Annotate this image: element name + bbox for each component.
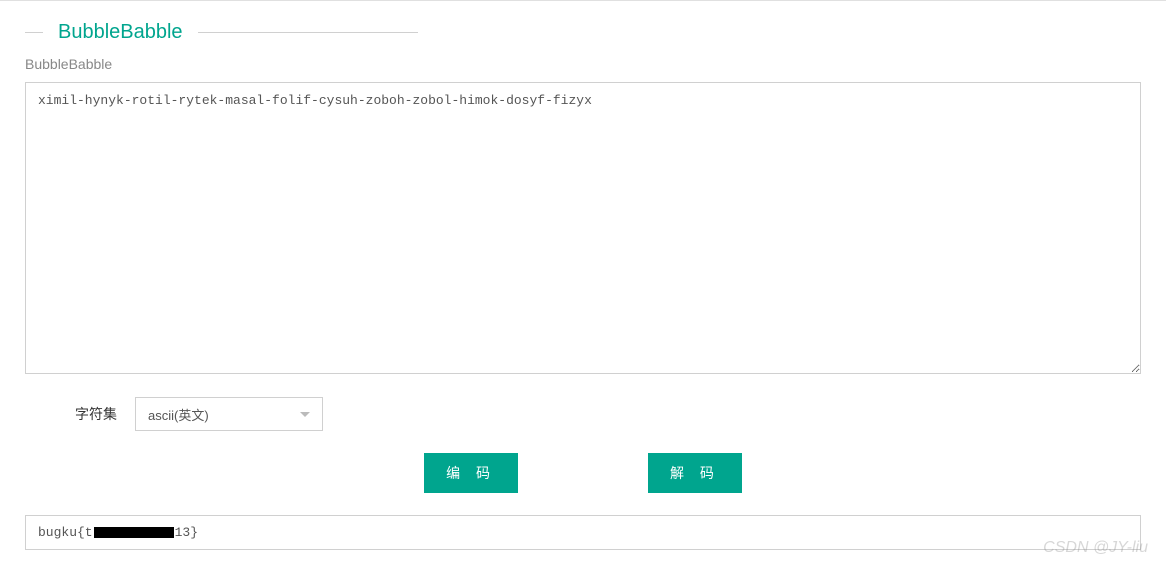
output-box[interactable]: bugku{t 13}	[25, 515, 1141, 550]
page-title: BubbleBabble	[58, 21, 183, 44]
output-suffix: 13}	[175, 525, 198, 540]
charset-select[interactable]: ascii(英文)	[135, 397, 323, 431]
redacted-block	[94, 527, 174, 538]
charset-label: 字符集	[75, 404, 117, 424]
input-textarea[interactable]	[25, 82, 1141, 374]
encode-button[interactable]: 编 码	[424, 453, 518, 493]
charset-row: 字符集 ascii(英文)	[75, 397, 1141, 431]
button-row: 编 码 解 码	[25, 453, 1141, 493]
main-container: BubbleBabble BubbleBabble 字符集 ascii(英文) …	[0, 1, 1166, 550]
decode-button[interactable]: 解 码	[648, 453, 742, 493]
charset-selected-value: ascii(英文)	[148, 405, 209, 424]
page-subtitle: BubbleBabble	[25, 56, 1141, 72]
title-row: BubbleBabble	[25, 21, 1141, 44]
title-divider-left	[25, 32, 43, 33]
output-prefix: bugku{t	[38, 525, 93, 540]
title-divider-right	[198, 32, 418, 33]
chevron-down-icon	[300, 412, 310, 417]
